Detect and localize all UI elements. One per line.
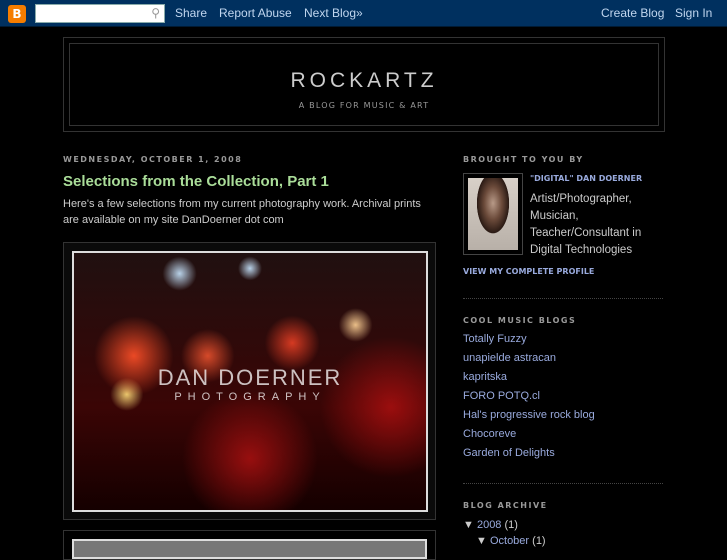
divider bbox=[463, 298, 663, 299]
blog-link[interactable]: Garden of Delights bbox=[463, 444, 663, 463]
avatar[interactable] bbox=[463, 173, 523, 255]
photo-watermark: DAN DOERNER PHOTOGRAPHY bbox=[157, 365, 343, 403]
triangle-down-icon[interactable]: ▼ bbox=[463, 519, 474, 531]
report-abuse-link[interactable]: Report Abuse bbox=[219, 6, 292, 20]
archive-year[interactable]: ▼ 2008 (1) bbox=[463, 519, 663, 531]
profile-heading: BROUGHT TO YOU BY bbox=[463, 155, 584, 164]
view-profile-link[interactable]: VIEW MY COMPLETE PROFILE bbox=[463, 267, 594, 276]
archive-widget: BLOG ARCHIVE ▼ 2008 (1) ▼ October (1) bbox=[463, 501, 663, 547]
profile-description: Artist/Photographer, Musician, Teacher/C… bbox=[530, 193, 642, 256]
triangle-down-icon[interactable]: ▼ bbox=[476, 535, 487, 547]
blog-link[interactable]: kapritska bbox=[463, 368, 663, 387]
search-input[interactable]: ⚲ bbox=[35, 4, 165, 23]
post-photo-2[interactable] bbox=[72, 539, 427, 559]
profile-name-link[interactable]: "DIGITAL" DAN DOERNER bbox=[530, 174, 642, 183]
blog-description: A BLOG FOR MUSIC & ART bbox=[298, 101, 430, 110]
blogger-logo-icon[interactable]: B bbox=[8, 5, 26, 23]
sign-in-link[interactable]: Sign In bbox=[675, 6, 712, 20]
blogger-navbar: B ⚲ Share Report Abuse Next Blog» Create… bbox=[0, 0, 727, 27]
post-photo-frame: DAN DOERNER PHOTOGRAPHY bbox=[63, 242, 436, 520]
post-body: Here's a few selections from my current … bbox=[63, 198, 421, 226]
blog-link[interactable]: Hal's progressive rock blog bbox=[463, 406, 663, 425]
profile-widget: BROUGHT TO YOU BY "DIGITAL" DAN DOERNER … bbox=[463, 155, 663, 285]
post-date: WEDNESDAY, OCTOBER 1, 2008 bbox=[63, 155, 243, 164]
post-title[interactable]: Selections from the Collection, Part 1 bbox=[63, 173, 329, 190]
next-blog-link[interactable]: Next Blog» bbox=[304, 6, 363, 20]
divider bbox=[463, 483, 663, 484]
blog-link[interactable]: unapielde astracan bbox=[463, 349, 663, 368]
blog-link[interactable]: FORO POTQ.cl bbox=[463, 387, 663, 406]
archive-month[interactable]: ▼ October (1) bbox=[476, 535, 663, 547]
blog-link[interactable]: Totally Fuzzy bbox=[463, 330, 663, 349]
post-photo[interactable]: DAN DOERNER PHOTOGRAPHY bbox=[72, 251, 428, 512]
blog-link[interactable]: Chocoreve bbox=[463, 425, 663, 444]
create-blog-link[interactable]: Create Blog bbox=[601, 6, 664, 20]
blog-header: ROCKARTZ A BLOG FOR MUSIC & ART bbox=[63, 37, 665, 132]
music-blogs-heading: COOL MUSIC BLOGS bbox=[463, 316, 577, 325]
share-link[interactable]: Share bbox=[175, 6, 207, 20]
archive-heading: BLOG ARCHIVE bbox=[463, 501, 548, 510]
blog-title[interactable]: ROCKARTZ bbox=[70, 69, 658, 93]
post-photo-frame-2 bbox=[63, 530, 436, 560]
search-icon[interactable]: ⚲ bbox=[151, 6, 160, 20]
music-blogs-widget: COOL MUSIC BLOGS Totally Fuzzy unapielde… bbox=[463, 316, 663, 463]
